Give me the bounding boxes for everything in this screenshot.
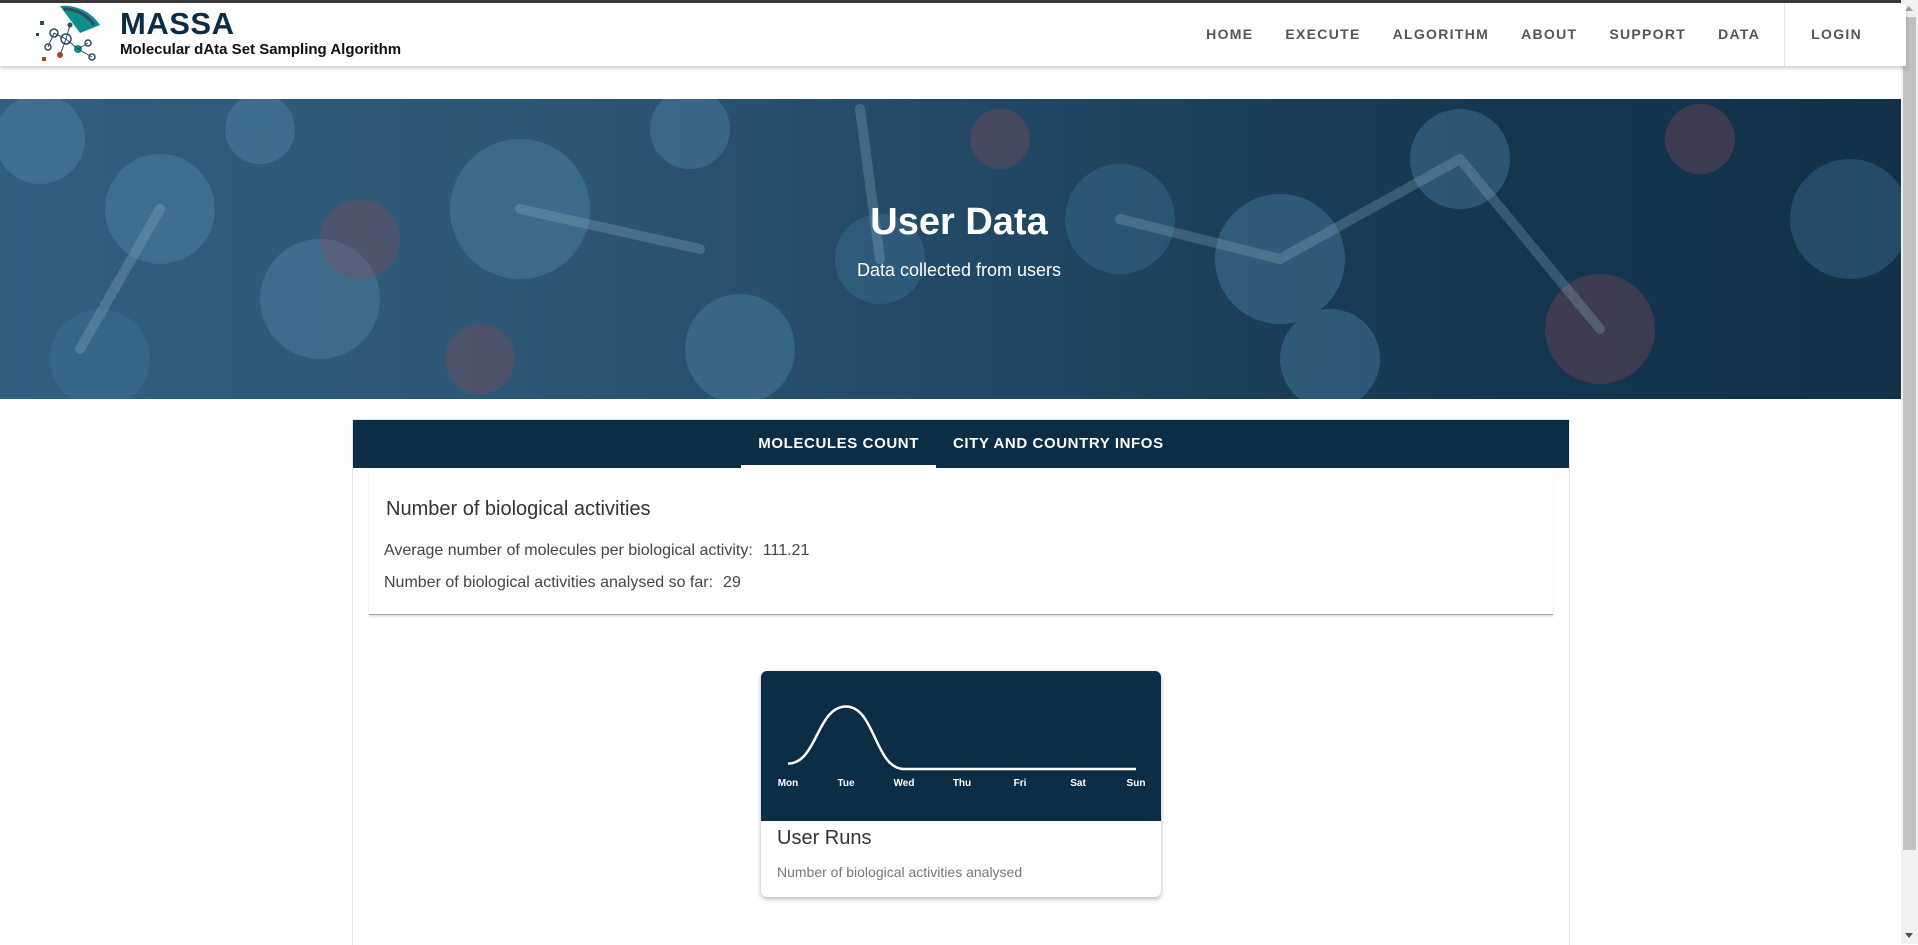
massa-logo[interactable] [30, 3, 104, 65]
chart-card-title: User Runs [777, 827, 872, 849]
brand-title[interactable]: MASSA [120, 6, 234, 42]
activities-count-value: 29 [723, 574, 741, 591]
avg-molecules-value: 111.21 [762, 542, 810, 559]
x-tick-label: Sun [1127, 778, 1146, 789]
page-subtitle: Data collected from users [856, 260, 1062, 280]
x-tick-label: Fri [1014, 778, 1027, 789]
nav-login[interactable]: LOGIN [1793, 3, 1906, 66]
nav-home[interactable]: HOME [1190, 3, 1269, 66]
tab-city-country-infos[interactable]: CITY AND COUNTRY INFOS [936, 420, 1181, 468]
nav-menu: HOME EXECUTE ALGORITHM ABOUT SUPPORT DAT… [1190, 3, 1906, 66]
nav-support[interactable]: SUPPORT [1593, 3, 1702, 66]
brand-subtitle: Molecular dAta Set Sampling Algorithm [120, 41, 402, 58]
scroll-down-arrow-icon[interactable] [1901, 928, 1918, 944]
x-tick-label: Thu [953, 778, 971, 789]
page-title: User Data [870, 201, 1048, 243]
avg-molecules-row: Average number of molecules per biologic… [384, 542, 809, 560]
nav-data[interactable]: DATA [1702, 3, 1776, 66]
avg-molecules-label: Average number of molecules per biologic… [384, 542, 753, 559]
molecule-background-image [0, 99, 1906, 399]
nav-divider [1784, 3, 1786, 66]
user-runs-chart: Mon Tue Wed Thu Fri Sat Sun [761, 671, 1161, 821]
nav-execute[interactable]: EXECUTE [1269, 3, 1376, 66]
vertical-scrollbar[interactable] [1901, 0, 1918, 944]
x-tick-label: Mon [778, 778, 799, 789]
activities-count-row: Number of biological activities analysed… [384, 574, 741, 592]
nav-about[interactable]: ABOUT [1505, 3, 1593, 66]
x-tick-label: Sat [1070, 778, 1086, 789]
x-tick-label: Tue [837, 778, 854, 789]
series-line [787, 705, 1136, 771]
main-panel: MOLECULES COUNT CITY AND COUNTRY INFOS N… [352, 419, 1570, 945]
chart-card-description: Number of biological activities analysed [777, 864, 1023, 880]
stats-heading: Number of biological activities [386, 498, 651, 520]
hero-banner: User Data Data collected from users [0, 99, 1906, 399]
line-chart-svg: Mon Tue Wed Thu Fri Sat Sun [778, 705, 1146, 789]
user-runs-card: Mon Tue Wed Thu Fri Sat Sun User Runs Number o… [761, 671, 1161, 897]
x-tick-label: Wed [894, 778, 915, 789]
navbar: MASSA Molecular dAta Set Sampling Algori… [0, 3, 1906, 66]
activities-count-label: Number of biological activities analysed… [384, 574, 714, 591]
nav-algorithm[interactable]: ALGORITHM [1377, 3, 1505, 66]
tab-molecules-count[interactable]: MOLECULES COUNT [741, 420, 936, 468]
stats-card: Number of biological activities Average … [369, 468, 1553, 615]
scrollbar-thumb[interactable] [1903, 17, 1916, 850]
tab-bar: MOLECULES COUNT CITY AND COUNTRY INFOS [353, 420, 1569, 468]
